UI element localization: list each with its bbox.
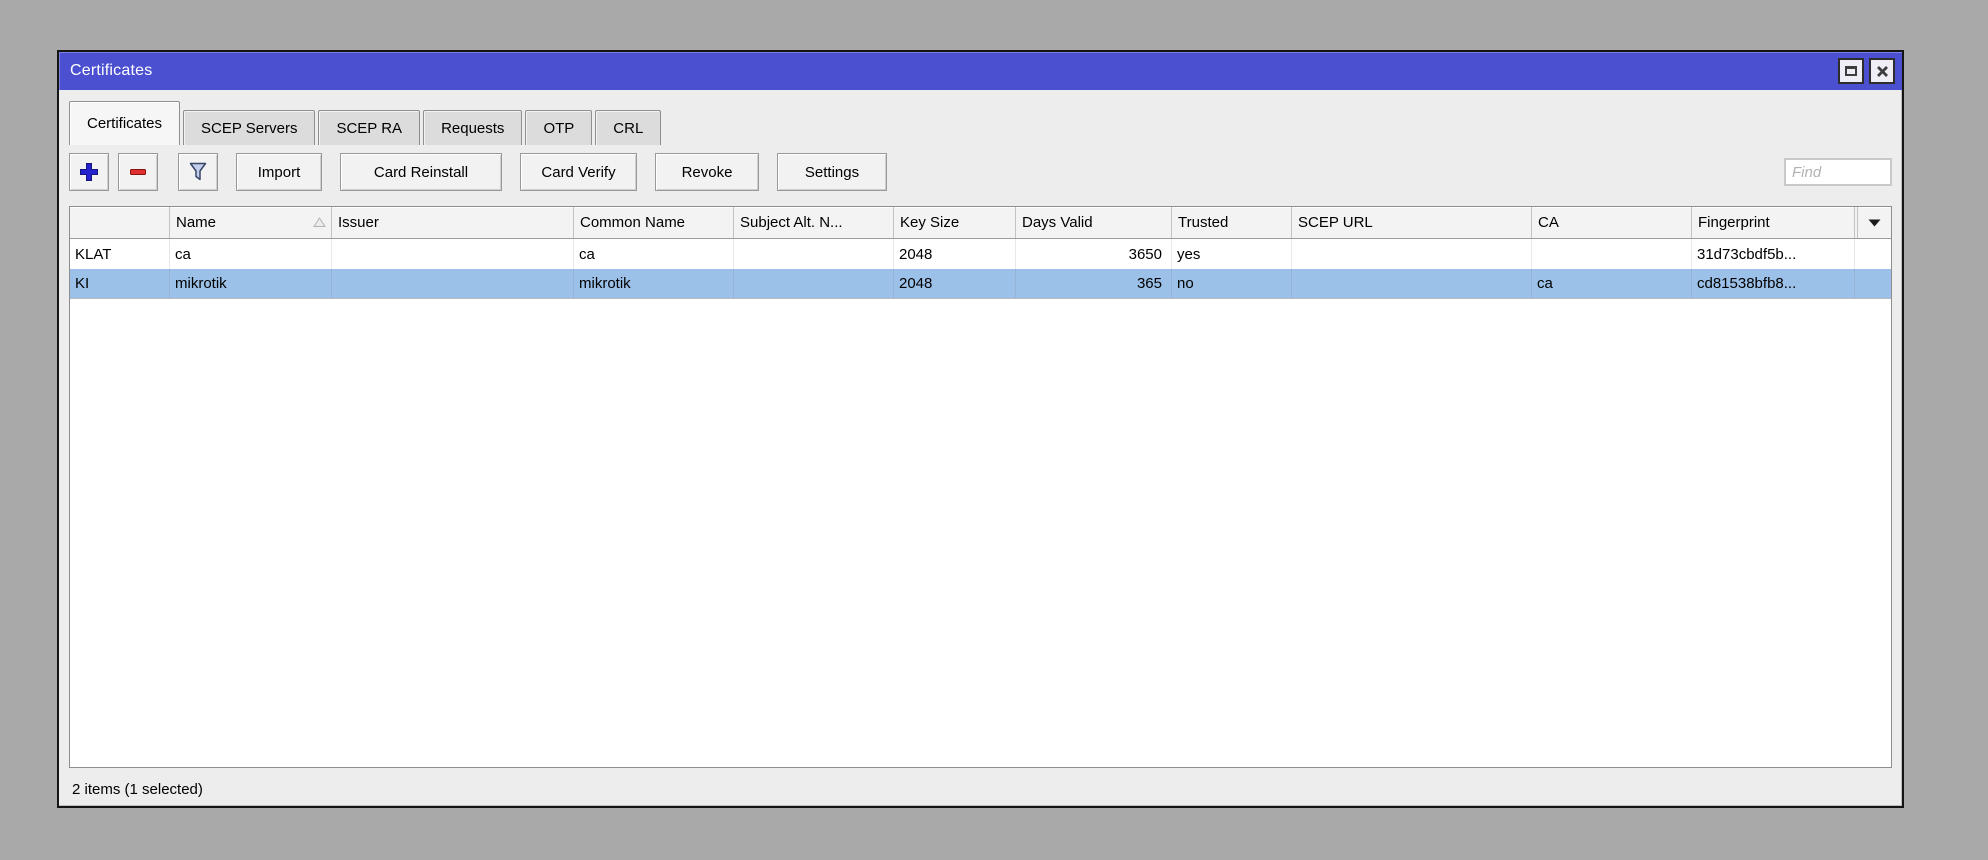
chevron-down-icon [1868, 219, 1881, 227]
tab-label: SCEP RA [336, 120, 402, 137]
card-reinstall-button[interactable]: Card Reinstall [340, 153, 502, 191]
cell-filler [1855, 239, 1891, 269]
cell-name: mikrotik [170, 269, 332, 298]
tab-strip: Certificates SCEP Servers SCEP RA Reques… [69, 99, 1892, 145]
button-label: Card Verify [541, 164, 615, 181]
revoke-button[interactable]: Revoke [655, 153, 759, 191]
cell-filler [1855, 269, 1891, 298]
column-header-days-valid[interactable]: Days Valid [1016, 207, 1172, 238]
window-title: Certificates [70, 62, 1833, 80]
import-button[interactable]: Import [236, 153, 322, 191]
column-menu-button[interactable] [1858, 207, 1891, 238]
column-header-ca[interactable]: CA [1532, 207, 1692, 238]
tab-label: OTP [543, 120, 574, 137]
tab-label: Requests [441, 120, 504, 137]
maximize-icon [1845, 66, 1857, 76]
cell-trusted: no [1172, 269, 1292, 298]
column-label: Fingerprint [1698, 214, 1770, 231]
close-icon [1876, 65, 1889, 78]
column-label: Subject Alt. N... [740, 214, 843, 231]
button-label: Settings [805, 164, 859, 181]
window-content: Certificates SCEP Servers SCEP RA Reques… [59, 90, 1902, 806]
cell-ca [1532, 239, 1692, 269]
table-row-ki-mikrotik[interactable]: KI mikrotik mikrotik 2048 365 no ca cd81… [70, 269, 1891, 299]
card-verify-button[interactable]: Card Verify [520, 153, 637, 191]
column-header-issuer[interactable]: Issuer [332, 207, 574, 238]
cell-fingerprint: cd81538bfb8... [1692, 269, 1855, 298]
item-count-text: 2 items (1 selected) [72, 781, 203, 798]
column-header-scep-url[interactable]: SCEP URL [1292, 207, 1532, 238]
cell-ca: ca [1532, 269, 1692, 298]
cell-days-valid: 3650 [1016, 239, 1172, 269]
column-header-flags[interactable] [70, 207, 170, 238]
cell-scep-url [1292, 239, 1532, 269]
table-header-row: Name Issuer Common Name Subject Alt. N..… [70, 207, 1891, 239]
title-bar[interactable]: Certificates [59, 52, 1902, 90]
button-label: Card Reinstall [374, 164, 468, 181]
status-bar: 2 items (1 selected) [69, 768, 1892, 806]
cell-flags: KLAT [70, 239, 170, 269]
button-label: Import [258, 164, 301, 181]
column-header-fingerprint[interactable]: Fingerprint [1692, 207, 1855, 238]
cell-flags: KI [70, 269, 170, 298]
toolbar: Import Card Reinstall Card Verify Revoke… [69, 152, 1892, 192]
cell-key-size: 2048 [894, 269, 1016, 298]
cell-issuer [332, 269, 574, 298]
column-label: Issuer [338, 214, 379, 231]
table-row-klat-ca[interactable]: KLAT ca ca 2048 3650 yes 31d73cbdf5b... [70, 239, 1891, 269]
settings-button[interactable]: Settings [777, 153, 887, 191]
tab-scep-servers[interactable]: SCEP Servers [183, 110, 315, 145]
close-button[interactable] [1869, 58, 1895, 84]
column-header-subject-alt-name[interactable]: Subject Alt. N... [734, 207, 894, 238]
cell-common-name: ca [574, 239, 734, 269]
cell-common-name: mikrotik [574, 269, 734, 298]
plus-icon [77, 160, 101, 184]
column-label: Trusted [1178, 214, 1228, 231]
certificates-window: Certificates Certificates SCEP Servers S… [57, 50, 1904, 808]
column-label: Common Name [580, 214, 685, 231]
column-header-common-name[interactable]: Common Name [574, 207, 734, 238]
column-label: Key Size [900, 214, 959, 231]
cell-scep-url [1292, 269, 1532, 298]
cell-key-size: 2048 [894, 239, 1016, 269]
tab-certificates[interactable]: Certificates [69, 101, 180, 145]
column-label: SCEP URL [1298, 214, 1373, 231]
filter-button[interactable] [178, 153, 218, 191]
cell-trusted: yes [1172, 239, 1292, 269]
tab-label: Certificates [87, 115, 162, 132]
column-header-key-size[interactable]: Key Size [894, 207, 1016, 238]
tab-crl[interactable]: CRL [595, 110, 661, 145]
table-body: KLAT ca ca 2048 3650 yes 31d73cbdf5b... … [70, 239, 1891, 767]
sort-ascending-icon [313, 217, 326, 228]
cell-fingerprint: 31d73cbdf5b... [1692, 239, 1855, 269]
funnel-icon [186, 160, 210, 184]
cell-subject-alt-name [734, 269, 894, 298]
tab-requests[interactable]: Requests [423, 110, 522, 145]
remove-button[interactable] [118, 153, 158, 191]
button-label: Revoke [682, 164, 733, 181]
cell-subject-alt-name [734, 239, 894, 269]
column-label: Days Valid [1022, 214, 1093, 231]
certificates-table: Name Issuer Common Name Subject Alt. N..… [69, 206, 1892, 768]
column-label: Name [176, 214, 216, 231]
cell-issuer [332, 239, 574, 269]
column-header-name[interactable]: Name [170, 207, 332, 238]
cell-days-valid: 365 [1016, 269, 1172, 298]
tab-otp[interactable]: OTP [525, 110, 592, 145]
tab-scep-ra[interactable]: SCEP RA [318, 110, 420, 145]
find-input[interactable] [1784, 158, 1892, 186]
maximize-button[interactable] [1838, 58, 1864, 84]
add-button[interactable] [69, 153, 109, 191]
minus-icon [126, 160, 150, 184]
tab-label: CRL [613, 120, 643, 137]
cell-name: ca [170, 239, 332, 269]
column-header-trusted[interactable]: Trusted [1172, 207, 1292, 238]
column-label: CA [1538, 214, 1559, 231]
tab-label: SCEP Servers [201, 120, 297, 137]
